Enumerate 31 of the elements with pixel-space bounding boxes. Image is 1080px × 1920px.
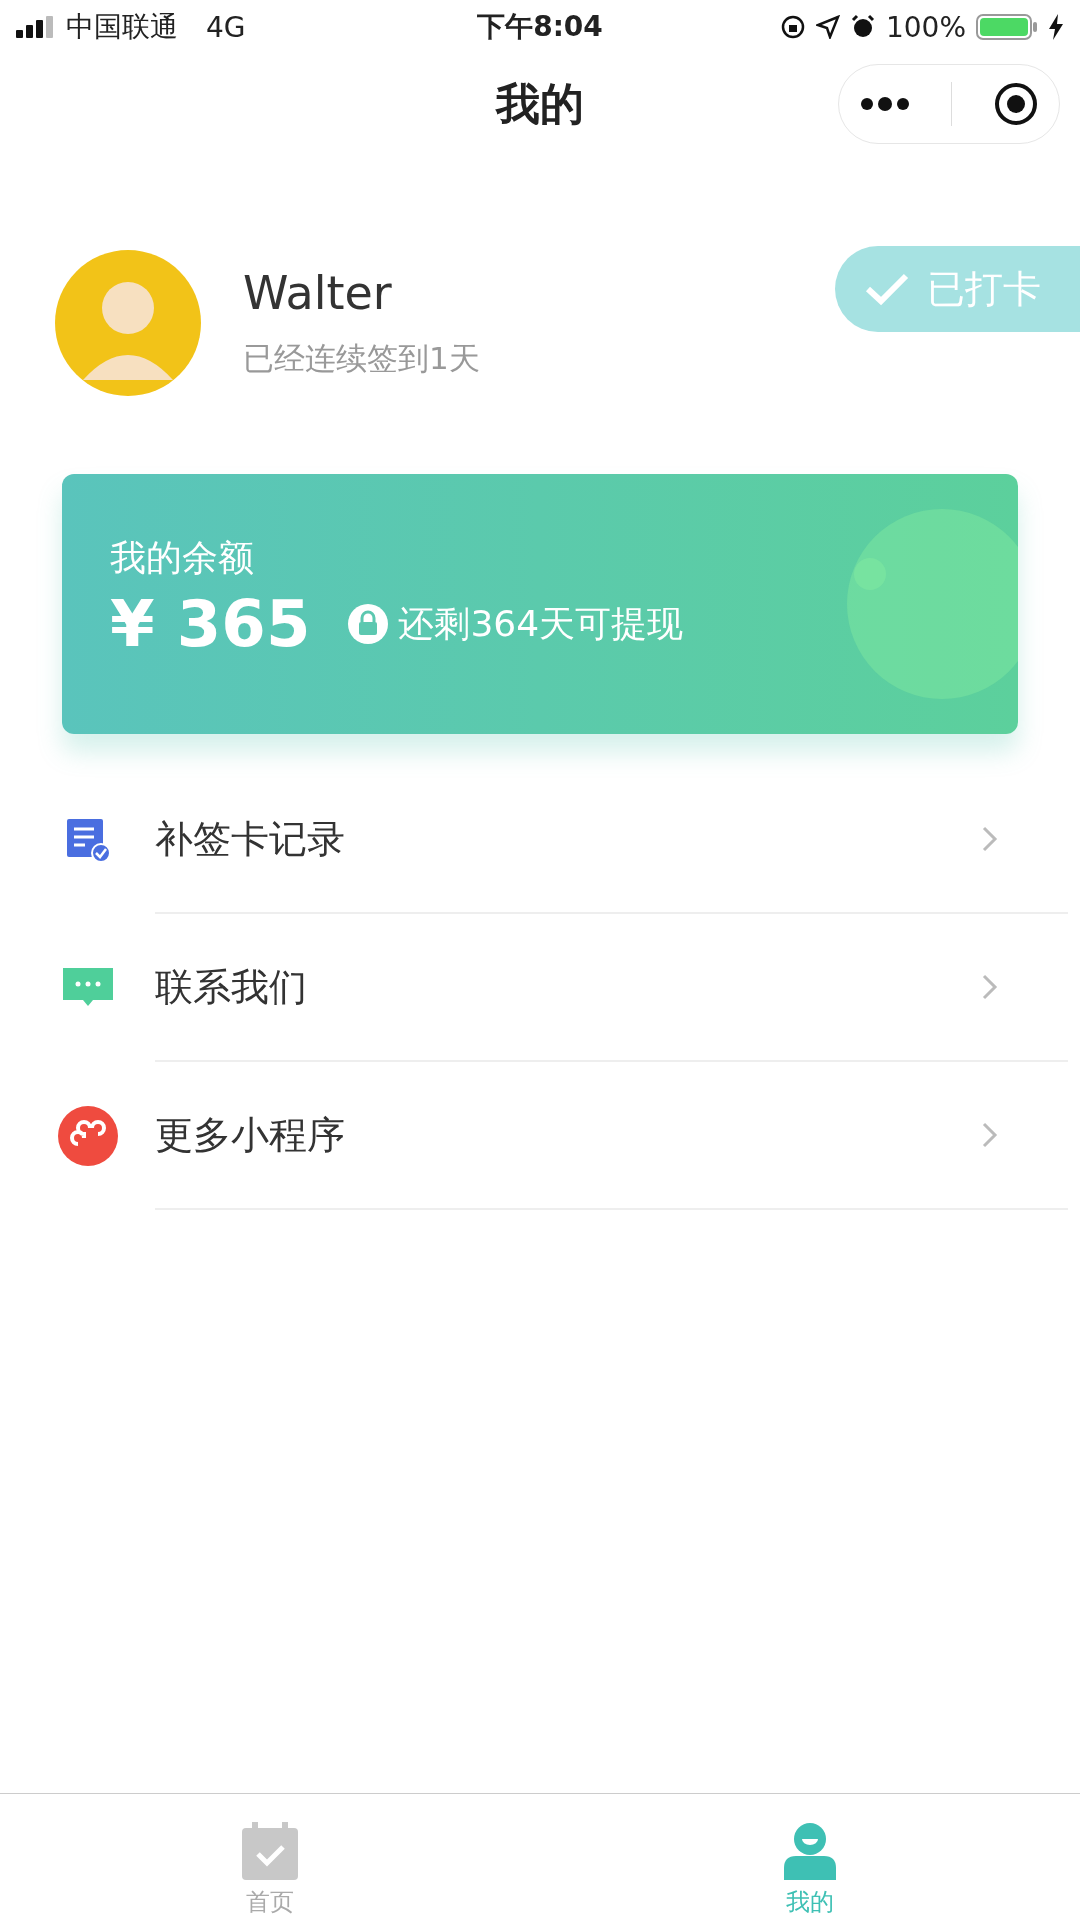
rotation-lock-icon	[779, 14, 806, 40]
chevron-right-icon	[982, 826, 998, 852]
location-arrow-icon	[815, 15, 840, 39]
document-check-icon	[64, 817, 111, 863]
person-icon	[782, 1822, 838, 1880]
balance-amount: ¥ 365	[110, 587, 311, 661]
alarm-icon	[849, 14, 876, 40]
menu-item[interactable]: 联系我们	[0, 914, 1080, 1062]
mini-program-icon	[57, 1106, 118, 1166]
battery-percent: 100%	[885, 10, 966, 44]
chevron-right-icon	[982, 974, 998, 1000]
withdraw-note: 还剩364天可提现	[398, 601, 684, 646]
chevron-right-icon	[982, 1122, 998, 1148]
chat-bubble-icon	[62, 968, 113, 1008]
more-icon[interactable]	[859, 97, 910, 111]
menu-item[interactable]: 补签卡记录	[0, 766, 1080, 914]
user-name: Walter	[243, 266, 393, 320]
streak-text: 已经连续签到1天	[243, 339, 480, 378]
menu-item[interactable]: 更多小程序	[0, 1062, 1080, 1210]
balance-label: 我的余额	[110, 536, 255, 580]
lock-icon	[348, 604, 389, 644]
carrier-name: 中国联通	[66, 9, 178, 45]
close-icon[interactable]	[992, 81, 1039, 127]
battery-icon	[976, 14, 1038, 40]
page-title: 我的	[496, 76, 584, 131]
charging-icon	[1048, 14, 1064, 40]
calendar-check-icon	[242, 1822, 298, 1880]
check-icon	[865, 272, 909, 306]
status-time: 下午8:04	[477, 9, 603, 45]
signal-icon	[16, 16, 56, 38]
network-type: 4G	[206, 10, 246, 44]
